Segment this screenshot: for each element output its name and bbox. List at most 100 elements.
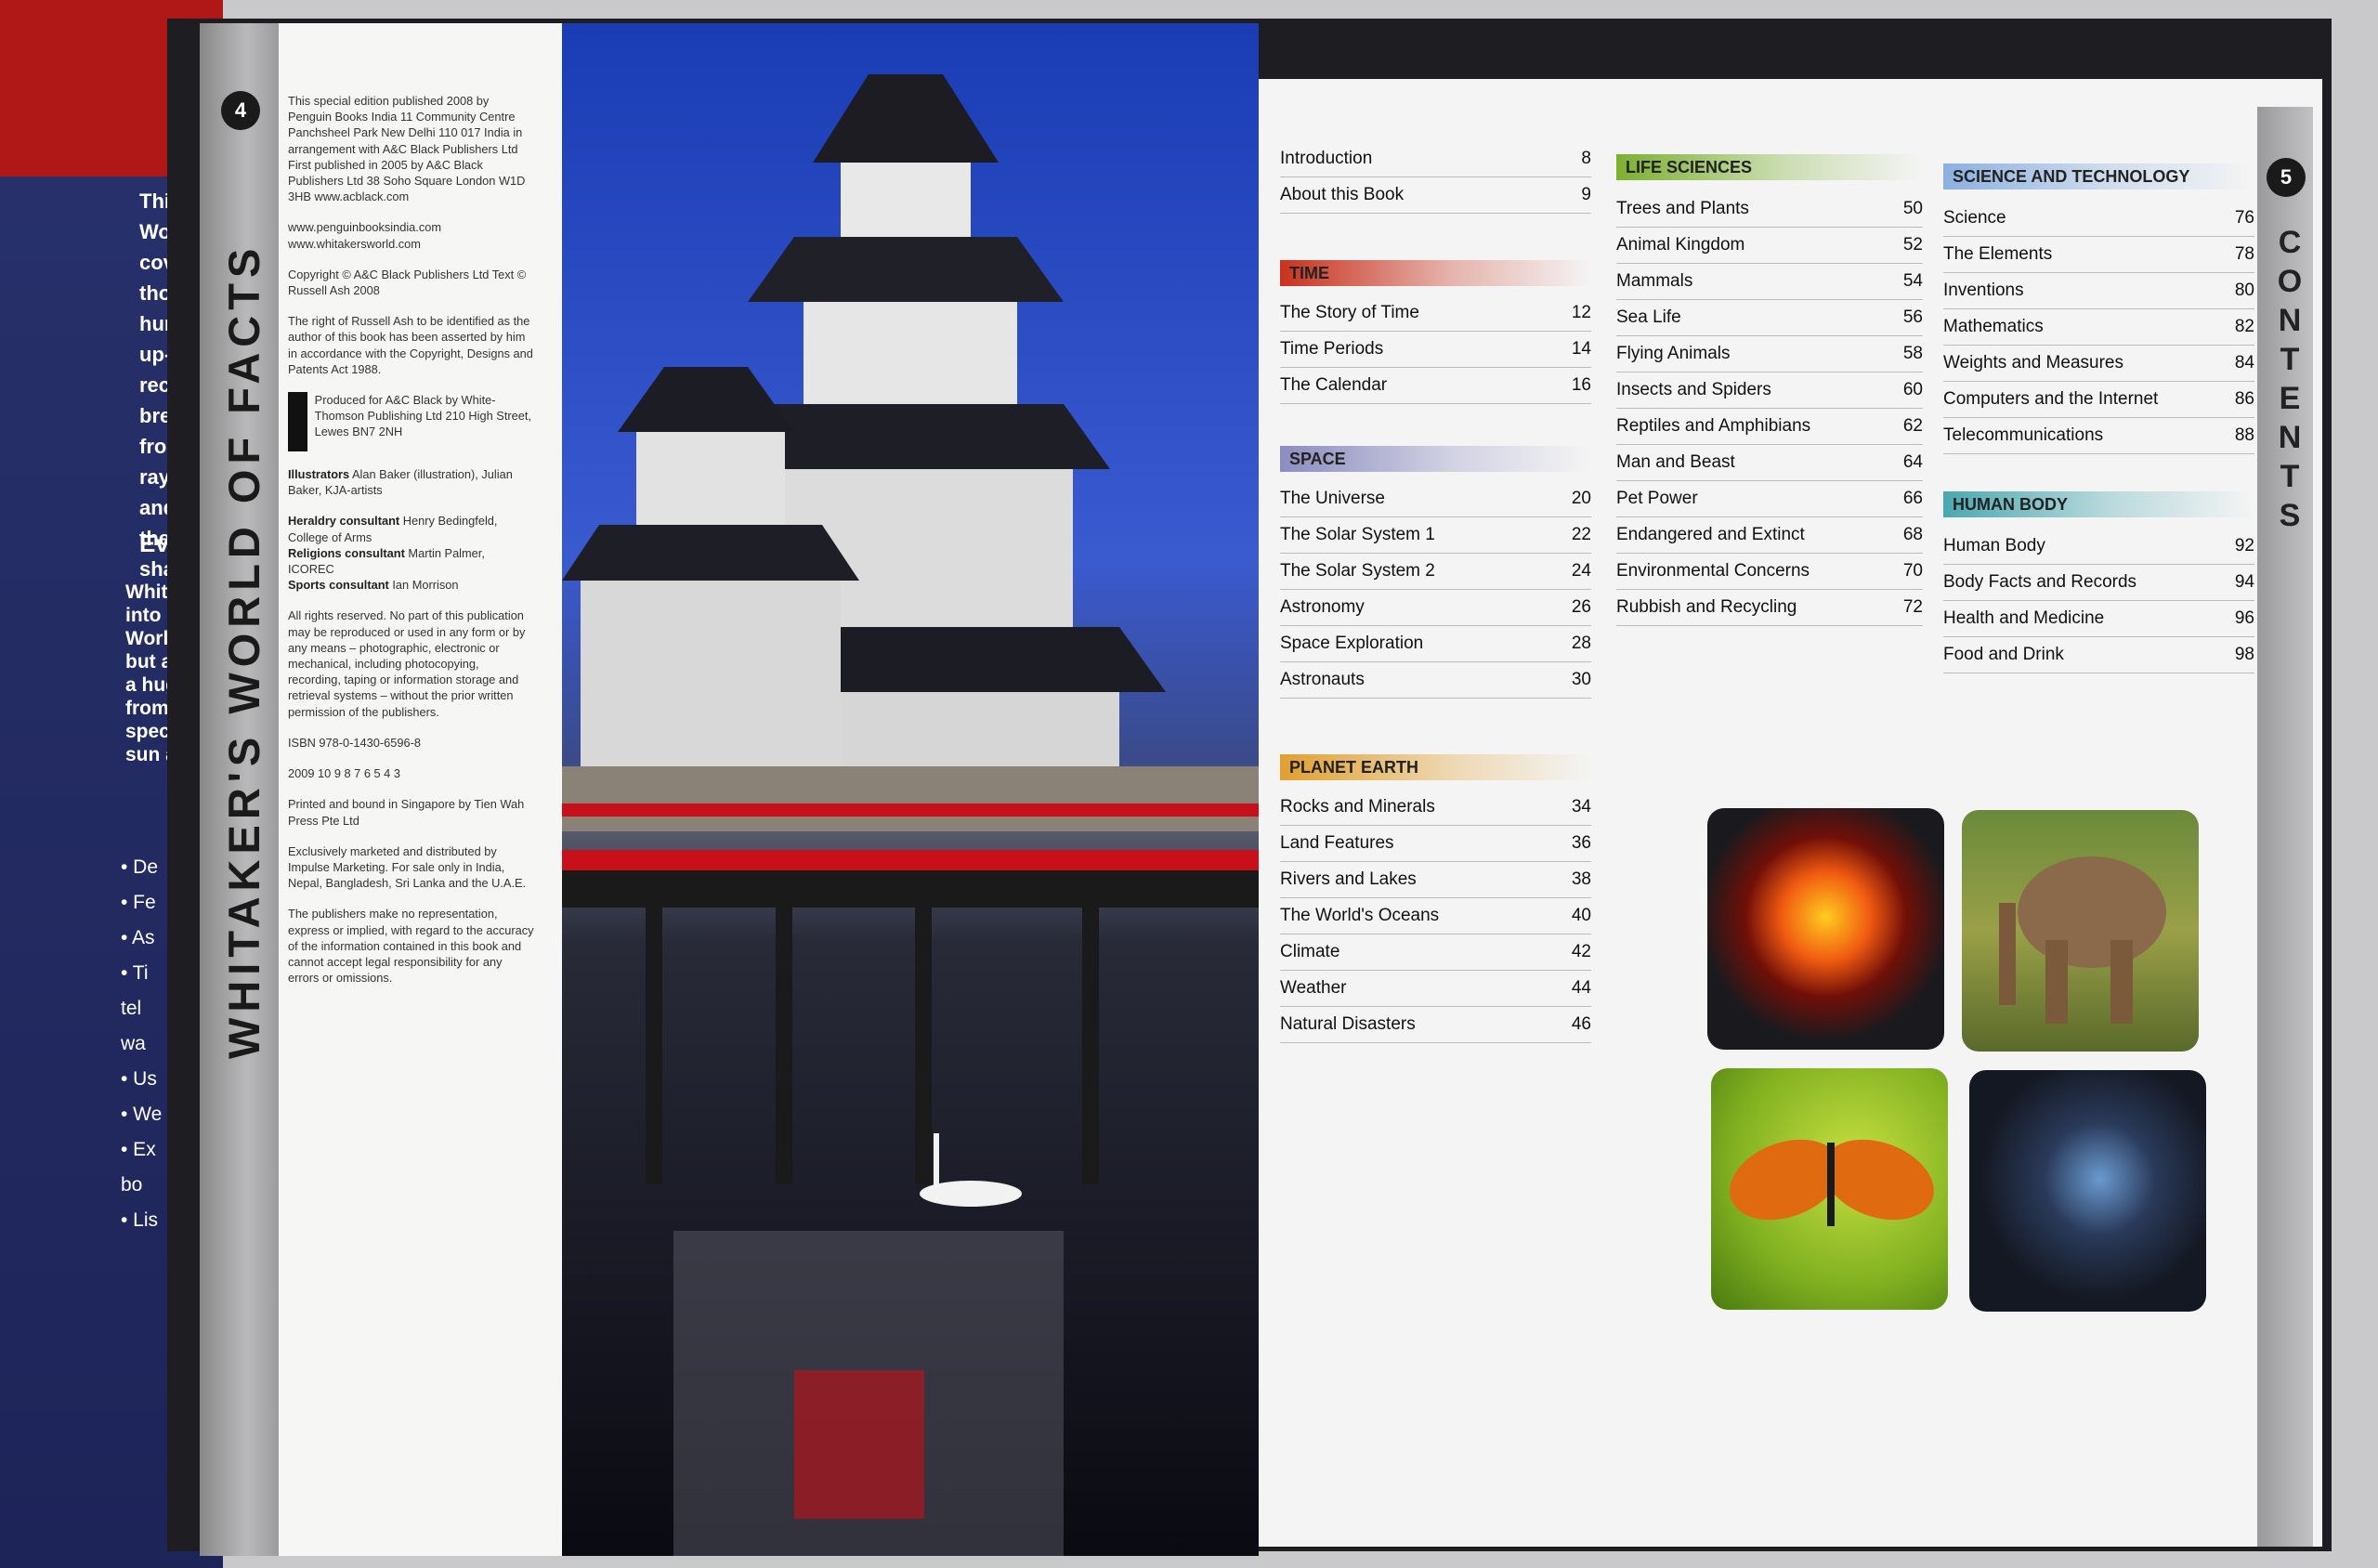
contents-letter: O [2277,264,2303,299]
section-heading-time: TIME [1280,260,1591,286]
aurora-thumbnail [1969,1070,2206,1312]
toc-entry: Time Periods 14 [1280,332,1591,368]
toc-entry: Mammals 54 [1616,264,1923,300]
toc-entry-page: 96 [2234,608,2254,628]
imprint-consultants: Heraldry consultant Henry Bedingfeld, Co… [288,513,534,593]
section-heading-human-body: HUMAN BODY [1943,491,2254,517]
toc-entry: Rivers and Lakes 38 [1280,862,1591,898]
toc-entry: The World's Oceans 40 [1280,898,1591,934]
toc-entry-page: 62 [1902,416,1923,436]
toc-entry-page: 34 [1571,797,1591,817]
toc-entry-title: Time Periods [1280,339,1384,359]
toc-entry-page: 84 [2234,353,2254,372]
toc-entry-page: 12 [1571,303,1591,322]
toc-entry: Sea Life 56 [1616,300,1923,336]
toc-entry-page: 98 [2234,645,2254,664]
toc-entry-title: Science [1943,208,2006,228]
toc-entry: Animal Kingdom 52 [1616,228,1923,264]
toc-entry-title: Man and Beast [1616,452,1735,472]
imprint-isbn: ISBN 978-0-1430-6596-8 [288,735,421,750]
toc-entry: Telecommunications 88 [1943,418,2254,454]
section-heading-life-sciences: LIFE SCIENCES [1616,154,1923,180]
toc-entry-title: Sea Life [1616,307,1681,327]
toc-entry: Astronomy 26 [1280,590,1591,626]
butterfly-thumbnail [1711,1068,1948,1310]
toc-entry-title: The Calendar [1280,375,1388,395]
toc-entry-page: 22 [1571,525,1591,544]
toc-entry: Space Exploration 28 [1280,626,1591,662]
toc-entry: Reptiles and Amphibians 62 [1616,409,1923,445]
toc-entry: Introduction 8 [1280,141,1591,177]
imprint-edition: This special edition published 2008 by P… [288,94,526,204]
toc-entry: Food and Drink 98 [1943,637,2254,673]
toc-entry: Weights and Measures 84 [1943,346,2254,382]
toc-entry: Trees and Plants 50 [1616,191,1923,228]
producer-text: Produced for A&C Black by White-Thomson … [314,393,531,439]
toc-entry-title: Mammals [1616,271,1693,291]
toc-list-planet-earth: Rocks and Minerals 34 Land Features 36 River… [1280,790,1591,1043]
toc-list-life-sciences: Trees and Plants 50 Animal Kingdom 52 Mammal… [1616,191,1923,626]
page-number-left: 4 [221,91,260,130]
toc-entry-title: Food and Drink [1943,645,2064,664]
toc-entry-page: 88 [2234,425,2254,445]
contents-title: CONTENTS [2274,223,2306,535]
toc-entry: Science 76 [1943,201,2254,237]
illustrators-label: Illustrators [288,467,350,482]
imprint-producer: Produced for A&C Black by White-Thomson … [288,392,534,452]
toc-entry-page: 76 [2234,208,2254,228]
toc-entry-title: Astronauts [1280,670,1365,689]
toc-entry-page: 80 [2234,281,2254,300]
toc-entry: Health and Medicine 96 [1943,601,2254,637]
toc-entry-page: 92 [2234,536,2254,555]
toc-entry-page: 60 [1902,380,1923,399]
imprint-copyright: Copyright © A&C Black Publishers Ltd Tex… [288,267,527,298]
contents-letter: T [2280,342,2300,377]
heraldry-label: Heraldry consultant [288,514,400,529]
contents-letter: T [2280,459,2300,494]
toc-entry: Human Body 92 [1943,529,2254,565]
toc-list-science-tech: Science 76 The Elements 78 Inventions 80 Mathe… [1943,201,2254,454]
elephant-thumbnail [1962,810,2199,1052]
toc-entry: Body Facts and Records 94 [1943,565,2254,601]
toc-entry-title: Human Body [1943,536,2045,555]
imprint-reserved: All rights reserved. No part of this pub… [288,608,526,719]
imprint-distribution: Exclusively marketed and distributed by … [288,843,527,891]
toc-entry-page: 9 [1581,185,1591,204]
toc-entry-page: 72 [1902,597,1923,617]
toc-entry-page: 24 [1571,561,1591,581]
imprint-printer: Printed and bound in Singapore by Tien W… [288,797,525,828]
contents-letter: N [2278,303,2302,338]
toc-entry: Man and Beast 64 [1616,445,1923,481]
toc-entry-title: Introduction [1280,149,1373,168]
toc-entry-title: About this Book [1280,185,1405,204]
toc-entry-page: 28 [1571,634,1591,653]
toc-entry-title: Telecommunications [1943,425,2104,445]
toc-entry-title: Natural Disasters [1280,1014,1416,1034]
toc-intro-list: Introduction 8 About this Book 9 [1280,141,1591,214]
toc-entry-page: 46 [1571,1014,1591,1034]
toc-entry: Weather 44 [1280,971,1591,1007]
imprint-disclaimer: The publishers make no representation, e… [288,907,534,986]
toc-entry-title: Trees and Plants [1616,199,1749,218]
toc-list-time: The Story of Time 12 Time Periods 14 The Cal… [1280,295,1591,404]
toc-entry-page: 54 [1902,271,1923,291]
imprint-websites: www.penguinbooksindia.com www.whitakersw… [288,220,442,251]
toc-entry: Mathematics 82 [1943,309,2254,346]
toc-list-space: The Universe 20 The Solar System 1 22 The So… [1280,481,1591,699]
toc-entry-title: The Solar System 1 [1280,525,1435,544]
toc-entry-title: The Solar System 2 [1280,561,1435,581]
imprint-print-run: 2009 10 9 8 7 6 5 4 3 [288,766,400,781]
section-heading-science-and-technology: SCIENCE AND TECHNOLOGY [1943,163,2254,189]
imprint-text: This special edition published 2008 by P… [288,93,534,1000]
toc-entry-page: 52 [1902,235,1923,255]
volcano-thumbnail [1707,808,1944,1050]
page-number-right: 5 [2267,158,2306,197]
toc-entry-title: Health and Medicine [1943,608,2105,628]
toc-entry: The Elements 78 [1943,237,2254,273]
toc-entry-page: 42 [1571,942,1591,961]
butterfly-icon [1730,1139,1934,1226]
toc-entry: Inventions 80 [1943,273,2254,309]
contents-letter: E [2279,381,2301,416]
toc-entry-page: 20 [1571,489,1591,508]
toc-list-human-body: Human Body 92 Body Facts and Records 94 Heal… [1943,529,2254,673]
